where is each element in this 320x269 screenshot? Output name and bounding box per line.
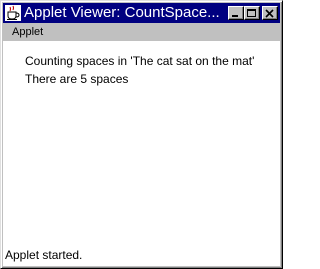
applet-viewer-window: Applet Viewer: CountSpace... Applet Coun… — [0, 0, 283, 269]
title-bar[interactable]: Applet Viewer: CountSpace... — [3, 3, 280, 23]
counting-message: Counting spaces in 'The cat sat on the m… — [25, 54, 255, 68]
minimize-icon — [232, 15, 238, 17]
result-message: There are 5 spaces — [25, 72, 129, 86]
minimize-button[interactable] — [228, 6, 244, 20]
close-icon — [265, 9, 274, 18]
status-bar: Applet started. — [3, 243, 280, 266]
window-controls — [228, 6, 278, 20]
java-cup-icon[interactable] — [5, 5, 21, 21]
status-text: Applet started. — [5, 248, 83, 262]
maximize-button[interactable] — [244, 6, 260, 20]
maximize-icon — [247, 9, 256, 17]
close-button[interactable] — [262, 6, 278, 20]
applet-content: Counting spaces in 'The cat sat on the m… — [3, 41, 280, 243]
menu-applet[interactable]: Applet — [12, 25, 43, 39]
window-title: Applet Viewer: CountSpace... — [24, 4, 220, 21]
menu-bar: Applet — [3, 23, 280, 41]
